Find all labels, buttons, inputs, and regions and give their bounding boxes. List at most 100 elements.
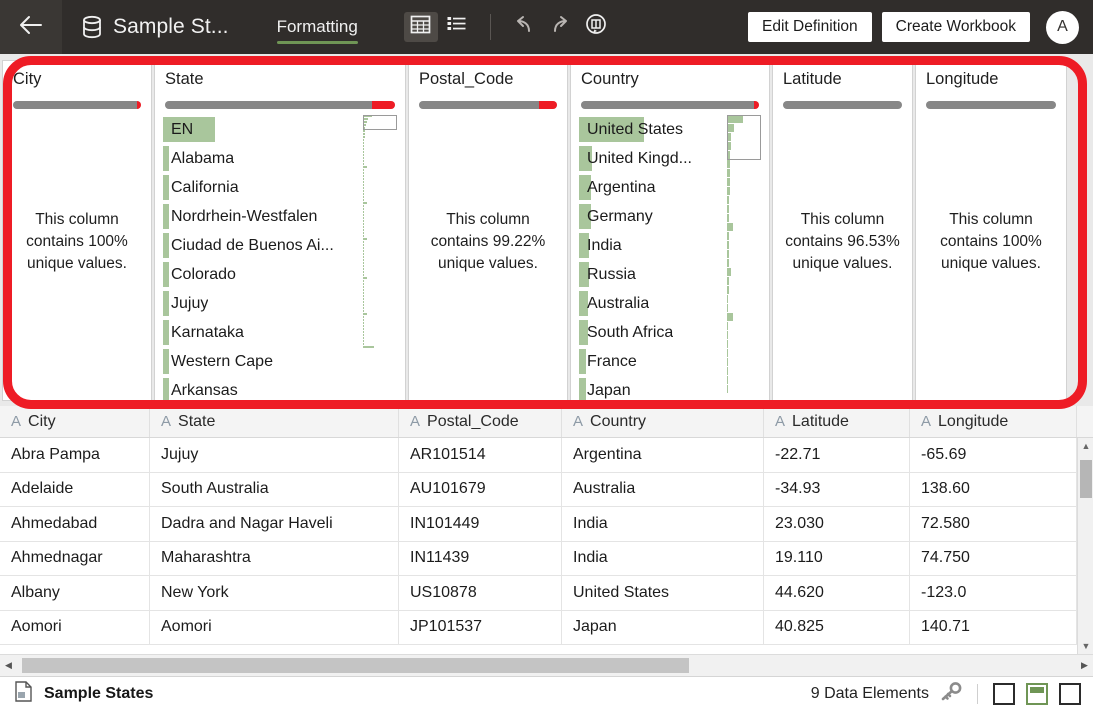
grid-column-header[interactable]: ALatitude — [764, 406, 910, 437]
value-list-item[interactable]: South Africa — [579, 318, 727, 347]
dataset-title-group[interactable]: Sample St... — [62, 0, 247, 54]
table-cell[interactable]: Maharashtra — [150, 542, 399, 576]
scroll-left-arrow-icon[interactable]: ◀ — [0, 655, 17, 677]
table-cell[interactable]: 140.71 — [910, 611, 1077, 645]
grid-horizontal-scrollbar[interactable]: ◀ ▶ — [0, 654, 1093, 676]
table-cell[interactable]: AR101514 — [399, 438, 562, 472]
table-cell[interactable]: 138.60 — [910, 473, 1077, 507]
table-cell[interactable]: 19.110 — [764, 542, 910, 576]
table-cell[interactable]: IN101449 — [399, 507, 562, 541]
table-cell[interactable]: Albany — [0, 576, 150, 610]
back-button[interactable] — [0, 0, 62, 54]
value-list-item[interactable]: Alabama — [163, 144, 363, 173]
horizontal-scroll-thumb[interactable] — [22, 658, 689, 673]
value-list-item[interactable]: Colorado — [163, 260, 363, 289]
table-cell[interactable]: Ahmednagar — [0, 542, 150, 576]
table-cell[interactable]: Adelaide — [0, 473, 150, 507]
grid-column-header[interactable]: ALongitude — [910, 406, 1077, 437]
table-row[interactable]: AdelaideSouth AustraliaAU101679Australia… — [0, 473, 1093, 508]
horizontal-scroll-track[interactable] — [17, 655, 1076, 677]
key-icon[interactable] — [940, 681, 962, 706]
column-profile-card[interactable]: Postal_CodeThis column contains 99.22% u… — [408, 60, 568, 401]
table-row[interactable]: AomoriAomoriJP101537Japan40.825140.71 — [0, 611, 1093, 646]
table-cell[interactable]: AU101679 — [399, 473, 562, 507]
value-list-item[interactable]: Japan — [579, 376, 727, 400]
grid-column-header[interactable]: APostal_Code — [399, 406, 562, 437]
scroll-up-arrow-icon[interactable]: ▲ — [1078, 438, 1093, 454]
create-workbook-button[interactable]: Create Workbook — [882, 12, 1030, 42]
edit-definition-button[interactable]: Edit Definition — [748, 12, 872, 42]
value-list-item[interactable]: Karnataka — [163, 318, 363, 347]
value-list-item[interactable]: Australia — [579, 289, 727, 318]
table-cell[interactable]: Aomori — [0, 611, 150, 645]
table-cell[interactable]: Abra Pampa — [0, 438, 150, 472]
column-profile-card[interactable]: LongitudeThis column contains 100% uniqu… — [915, 60, 1067, 401]
scroll-right-arrow-icon[interactable]: ▶ — [1076, 655, 1093, 677]
grid-vertical-scrollbar[interactable]: ▲ ▼ — [1077, 438, 1093, 654]
table-cell[interactable]: -65.69 — [910, 438, 1077, 472]
table-cell[interactable]: 44.620 — [764, 576, 910, 610]
grid-column-header[interactable]: ACountry — [562, 406, 764, 437]
table-cell[interactable]: -123.0 — [910, 576, 1077, 610]
list-view-button[interactable] — [440, 12, 474, 42]
table-cell[interactable]: Aomori — [150, 611, 399, 645]
value-list-item[interactable]: Jujuy — [163, 289, 363, 318]
table-cell[interactable]: JP101537 — [399, 611, 562, 645]
scroll-down-arrow-icon[interactable]: ▼ — [1078, 638, 1093, 654]
value-list-item[interactable]: United States — [579, 115, 727, 144]
value-list-item[interactable]: Argentina — [579, 173, 727, 202]
table-cell[interactable]: Argentina — [562, 438, 764, 472]
layout-top-panel-button[interactable] — [1026, 683, 1048, 705]
redo-button[interactable] — [543, 12, 577, 42]
table-cell[interactable]: Ahmedabad — [0, 507, 150, 541]
value-mini-histogram[interactable] — [363, 115, 399, 400]
value-list-item[interactable]: California — [163, 173, 363, 202]
tab-formatting[interactable]: Formatting — [269, 0, 366, 54]
table-row[interactable]: AlbanyNew YorkUS10878United States44.620… — [0, 576, 1093, 611]
column-profile-card[interactable]: CityThis column contains 100% unique val… — [2, 60, 152, 401]
table-cell[interactable]: 40.825 — [764, 611, 910, 645]
value-list-item[interactable]: Germany — [579, 202, 727, 231]
value-list-item[interactable]: India — [579, 231, 727, 260]
value-list-item[interactable]: Ciudad de Buenos Ai... — [163, 231, 363, 260]
table-cell[interactable]: 74.750 — [910, 542, 1077, 576]
table-cell[interactable]: Australia — [562, 473, 764, 507]
table-cell[interactable]: Jujuy — [150, 438, 399, 472]
layout-right-panel-button[interactable] — [1059, 683, 1081, 705]
value-list-item[interactable]: Russia — [579, 260, 727, 289]
column-profile-card[interactable]: LatitudeThis column contains 96.53% uniq… — [772, 60, 913, 401]
table-cell[interactable]: US10878 — [399, 576, 562, 610]
table-row[interactable]: Abra PampaJujuyAR101514Argentina-22.71-6… — [0, 438, 1093, 473]
table-cell[interactable]: New York — [150, 576, 399, 610]
undo-button[interactable] — [507, 12, 541, 42]
table-cell[interactable]: South Australia — [150, 473, 399, 507]
table-row[interactable]: AhmednagarMaharashtraIN11439India19.1107… — [0, 542, 1093, 577]
table-cell[interactable]: -22.71 — [764, 438, 910, 472]
help-button[interactable] — [579, 12, 613, 42]
user-avatar[interactable]: A — [1046, 11, 1079, 44]
value-mini-histogram[interactable] — [727, 115, 763, 400]
table-cell[interactable]: IN11439 — [399, 542, 562, 576]
table-cell[interactable]: United States — [562, 576, 764, 610]
table-row[interactable]: AhmedabadDadra and Nagar HaveliIN101449I… — [0, 507, 1093, 542]
vertical-scroll-thumb[interactable] — [1080, 460, 1092, 498]
table-cell[interactable]: India — [562, 507, 764, 541]
value-list-item[interactable]: Arkansas — [163, 376, 363, 400]
value-list-item[interactable]: France — [579, 347, 727, 376]
table-cell[interactable]: 72.580 — [910, 507, 1077, 541]
table-cell[interactable]: Dadra and Nagar Haveli — [150, 507, 399, 541]
grid-view-button[interactable] — [404, 12, 438, 42]
column-profile-card[interactable]: CountryUnited StatesUnited Kingd...Argen… — [570, 60, 770, 401]
mini-histogram-viewport[interactable] — [363, 115, 397, 130]
value-list-item[interactable]: EN — [163, 115, 363, 144]
table-cell[interactable]: Japan — [562, 611, 764, 645]
column-profile-card[interactable]: StateENAlabamaCaliforniaNordrhein-Westfa… — [154, 60, 406, 401]
table-cell[interactable]: -34.93 — [764, 473, 910, 507]
value-list-item[interactable]: United Kingd... — [579, 144, 727, 173]
value-list-item[interactable]: Nordrhein-Westfalen — [163, 202, 363, 231]
grid-column-header[interactable]: AState — [150, 406, 399, 437]
table-cell[interactable]: 23.030 — [764, 507, 910, 541]
grid-column-header[interactable]: ACity — [0, 406, 150, 437]
layout-left-panel-button[interactable] — [993, 683, 1015, 705]
status-file-group[interactable]: Sample States — [14, 681, 153, 707]
